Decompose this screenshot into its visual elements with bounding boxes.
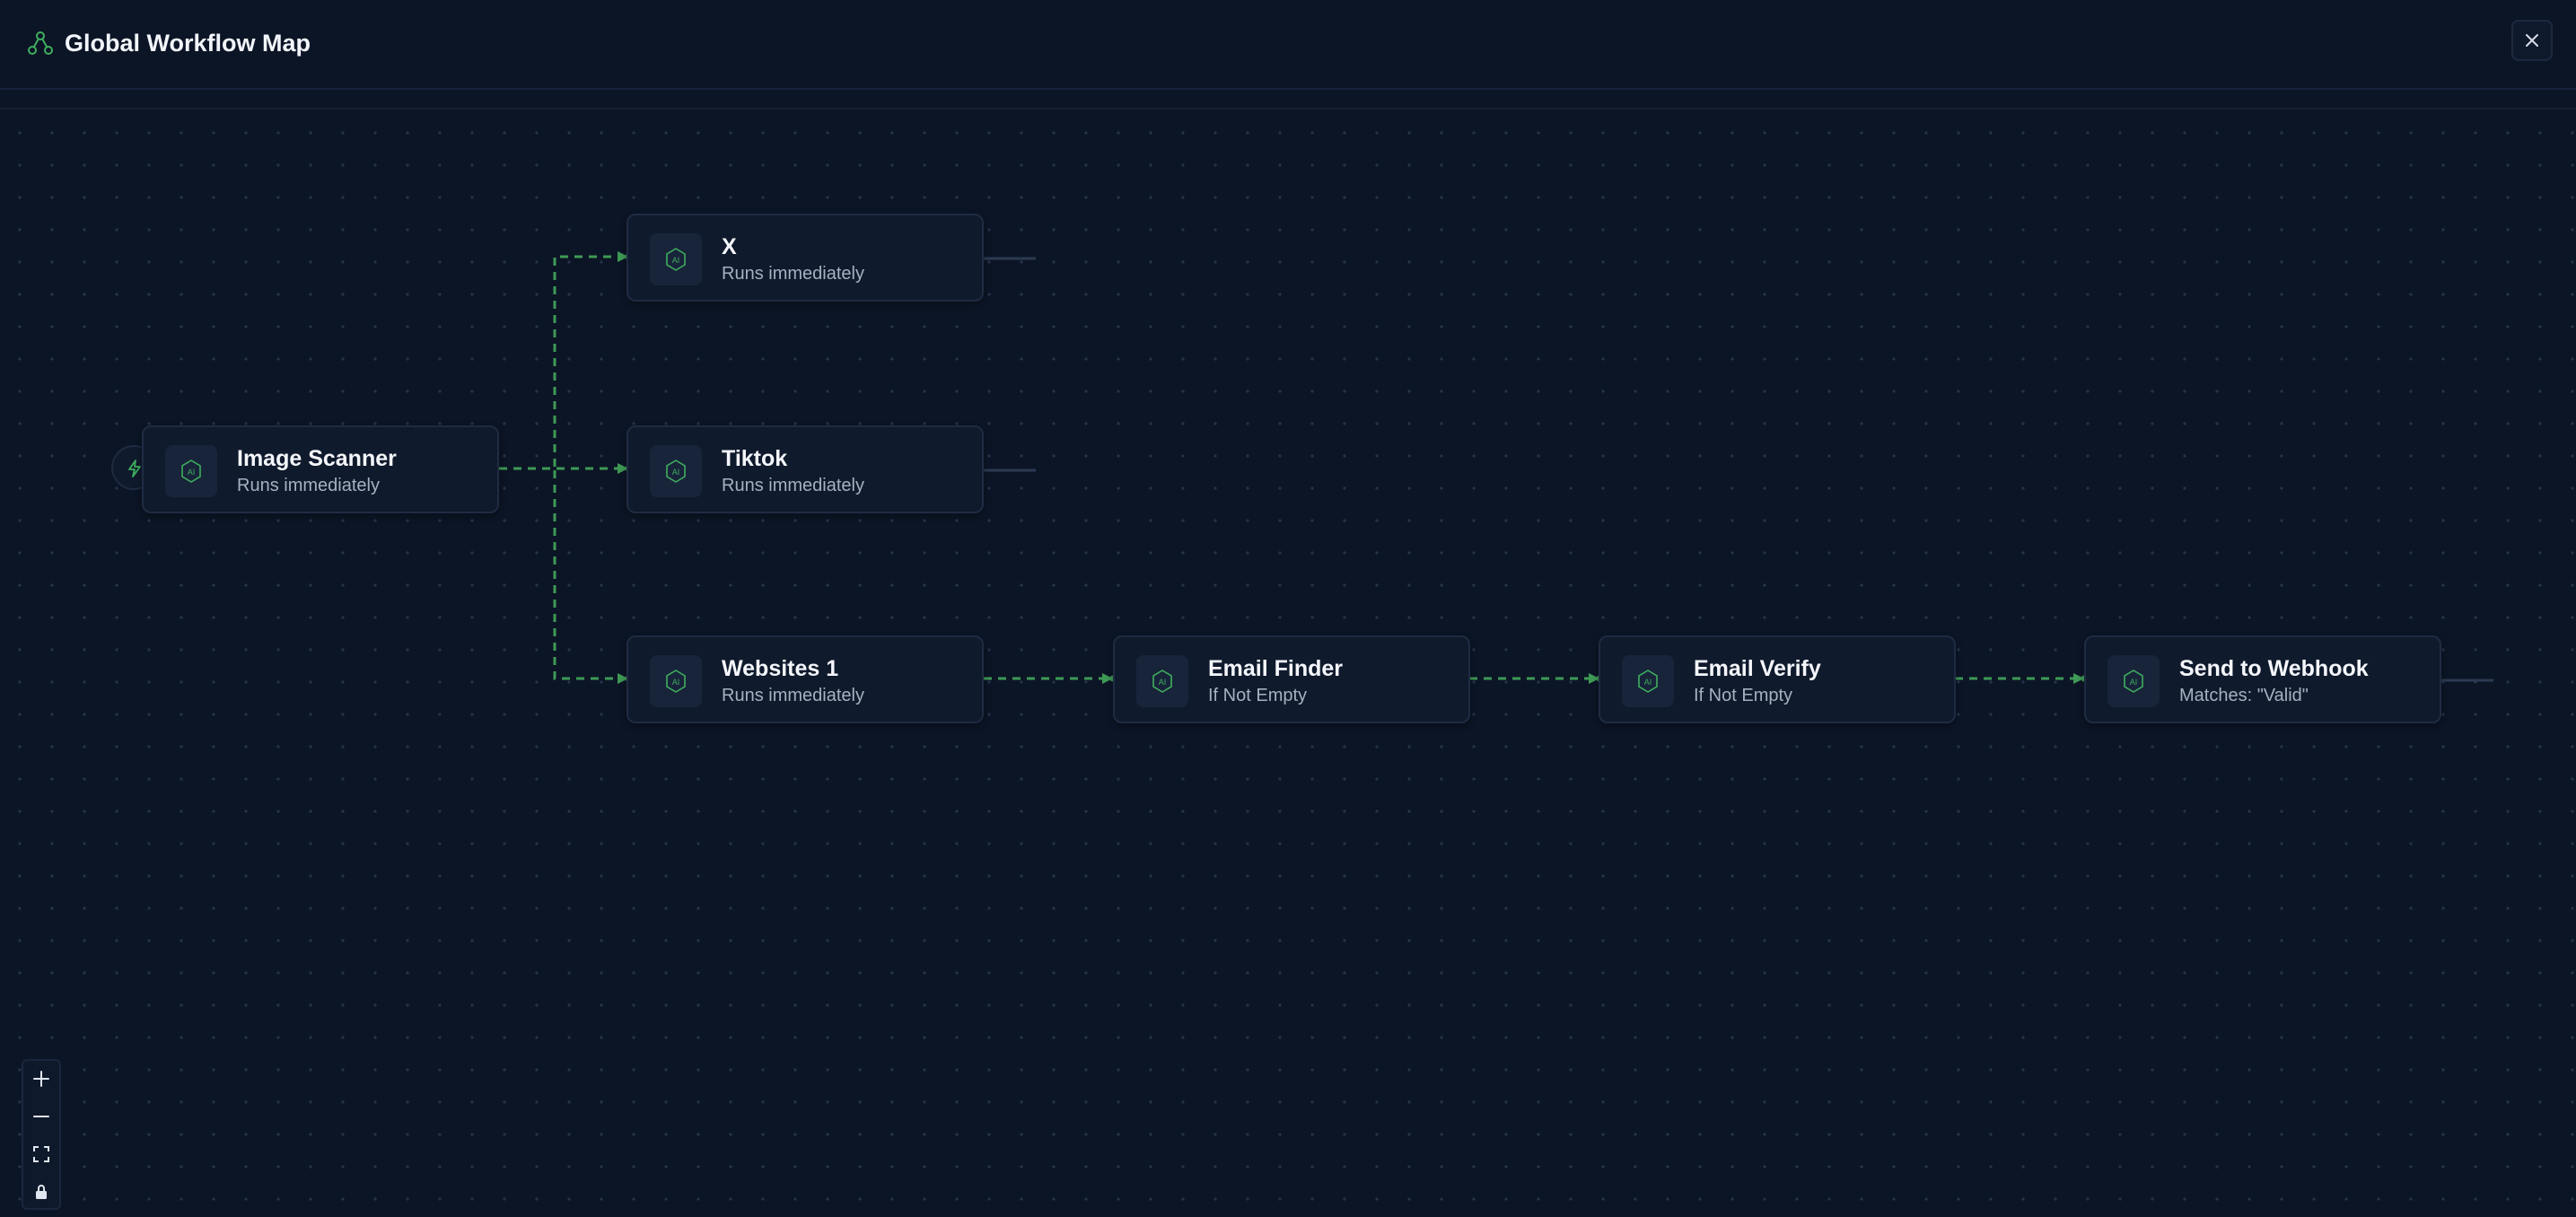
ai-chip-icon: AI bbox=[1136, 655, 1188, 707]
close-icon bbox=[2526, 34, 2538, 47]
workflow-icon bbox=[27, 30, 54, 57]
node-websites-1[interactable]: AI Websites 1 Runs immediately bbox=[626, 635, 984, 723]
ai-chip-icon: AI bbox=[650, 445, 702, 497]
node-title: X bbox=[722, 234, 737, 259]
node-email-finder[interactable]: AI Email Finder If Not Empty bbox=[1113, 635, 1470, 723]
node-subtitle: Matches: "Valid" bbox=[2179, 686, 2309, 705]
node-title: Send to Webhook bbox=[2179, 656, 2369, 681]
ai-chip-icon: AI bbox=[650, 233, 702, 285]
svg-text:AI: AI bbox=[2130, 678, 2138, 687]
node-title: Email Verify bbox=[1694, 656, 1821, 681]
svg-text:AI: AI bbox=[188, 468, 196, 477]
node-subtitle: If Not Empty bbox=[1208, 686, 1308, 705]
node-title: Image Scanner bbox=[237, 446, 397, 471]
ai-chip-icon: AI bbox=[1622, 655, 1674, 707]
canvas-controls bbox=[22, 1059, 61, 1210]
node-subtitle: Runs immediately bbox=[237, 476, 380, 495]
svg-text:AI: AI bbox=[672, 468, 680, 477]
zoom-in-button[interactable] bbox=[23, 1061, 59, 1097]
node-subtitle: If Not Empty bbox=[1694, 686, 1793, 705]
node-title: Email Finder bbox=[1208, 656, 1344, 681]
node-send-to-webhook[interactable]: AI Send to Webhook Matches: "Valid" bbox=[2084, 635, 2441, 723]
svg-text:AI: AI bbox=[1159, 678, 1167, 687]
node-subtitle: Runs immediately bbox=[722, 686, 864, 705]
zoom-in-icon bbox=[33, 1071, 49, 1087]
ai-chip-icon: AI bbox=[650, 655, 702, 707]
lock-icon bbox=[36, 1185, 47, 1199]
ai-chip-icon: AI bbox=[2107, 655, 2160, 707]
node-x[interactable]: AI X Runs immediately bbox=[626, 214, 984, 302]
zoom-out-icon bbox=[33, 1116, 49, 1117]
node-subtitle: Runs immediately bbox=[722, 476, 864, 495]
node-title: Tiktok bbox=[722, 446, 788, 471]
node-tiktok[interactable]: AI Tiktok Runs immediately bbox=[626, 425, 984, 513]
ai-chip-icon: AI bbox=[165, 445, 217, 497]
zoom-out-button[interactable] bbox=[23, 1099, 59, 1134]
node-email-verify[interactable]: AI Email Verify If Not Empty bbox=[1599, 635, 1956, 723]
workflow-map-window: Global Workflow Map AI Image Scanner Run… bbox=[0, 0, 2576, 1217]
close-button[interactable] bbox=[2511, 20, 2553, 61]
header-divider bbox=[0, 90, 2576, 109]
node-image-scanner[interactable]: AI Image Scanner Runs immediately bbox=[142, 425, 499, 513]
header-bar: Global Workflow Map bbox=[0, 0, 2576, 90]
node-subtitle: Runs immediately bbox=[722, 264, 864, 284]
svg-text:AI: AI bbox=[672, 678, 680, 687]
fit-view-icon bbox=[33, 1146, 49, 1162]
lock-button[interactable] bbox=[23, 1174, 59, 1210]
page-title: Global Workflow Map bbox=[65, 30, 311, 57]
fit-view-button[interactable] bbox=[23, 1136, 59, 1172]
svg-text:AI: AI bbox=[1644, 678, 1652, 687]
node-title: Websites 1 bbox=[722, 656, 839, 681]
svg-text:AI: AI bbox=[672, 256, 680, 265]
